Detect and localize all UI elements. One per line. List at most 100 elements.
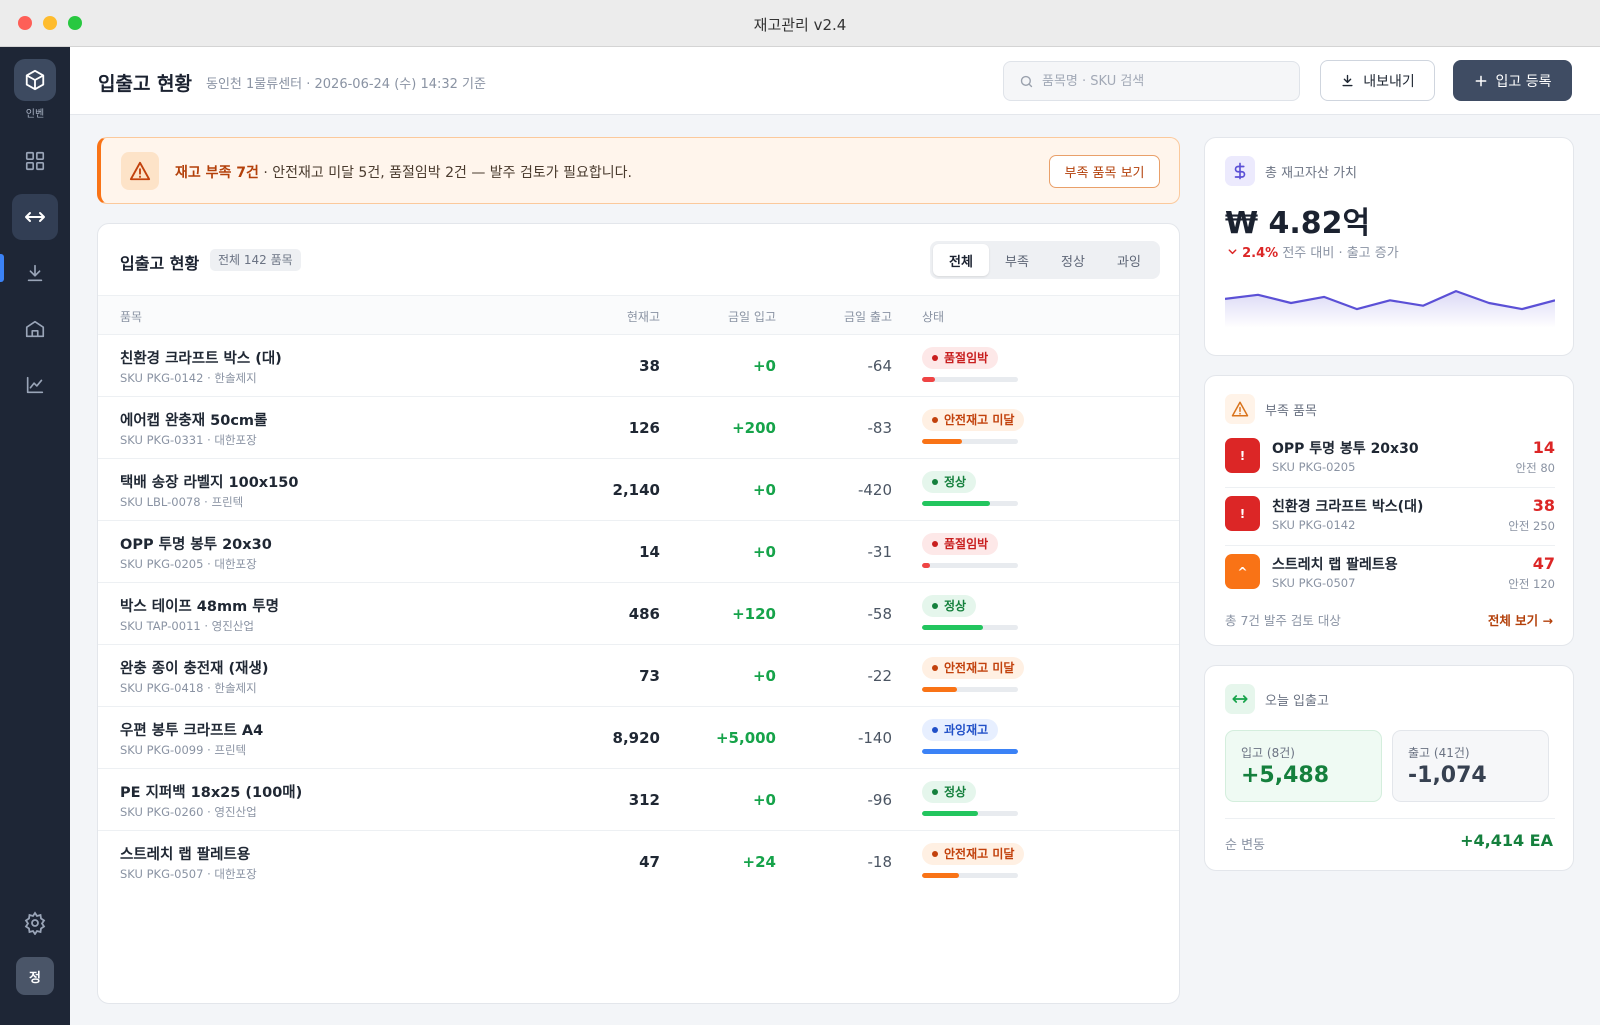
sidebar: 인벤 정 <box>0 47 70 1025</box>
today-inbound-label: 입고 (8건) <box>1241 746 1295 760</box>
user-avatar[interactable]: 정 <box>16 957 54 995</box>
column-header-stock[interactable]: 현재고 <box>560 308 660 325</box>
search-input[interactable] <box>1042 73 1282 89</box>
add-inbound-button-label: 입고 등록 <box>1495 73 1552 90</box>
table-row[interactable]: 스트레치 랩 팔레트용 SKU PKG-0507 · 대한포장 47 +24 -18 안전… <box>98 831 1179 893</box>
view-low-stock-button[interactable]: 부족 품목 보기 <box>1049 155 1160 188</box>
export-button-label: 내보내기 <box>1363 73 1415 90</box>
today-inbound-value: +5,488 <box>1241 763 1330 788</box>
search-box[interactable] <box>1003 61 1300 101</box>
net-change-label: 순 변동 <box>1225 838 1266 853</box>
item-sku: SKU PKG-0142 · 한솔제지 <box>120 371 257 385</box>
sidebar-item-warehouse[interactable] <box>12 306 58 352</box>
alert-badge-icon: ! <box>1225 438 1260 473</box>
low-item-name: OPP 투명 봉투 20x30 <box>1272 441 1419 457</box>
asset-change-percent: 2.4% <box>1242 246 1279 261</box>
stock-level-bar <box>922 687 1018 692</box>
item-outbound: -140 <box>857 729 892 747</box>
export-button[interactable]: 내보내기 <box>1320 60 1435 101</box>
low-item-qty: 14 <box>1532 438 1555 457</box>
view-all-low-stock-link[interactable]: 전체 보기 → <box>1488 610 1553 629</box>
table-row[interactable]: 에어캡 완충재 50cm롤 SKU PKG-0331 · 대한포장 126 +200 -… <box>98 397 1179 459</box>
plus-icon <box>1475 75 1486 86</box>
dollar-icon <box>1234 162 1246 180</box>
asset-change-note: 전주 대비 · 출고 증가 <box>1278 246 1399 261</box>
status-badge: 안전재고 미달 <box>922 657 1025 679</box>
sidebar-item-reports[interactable] <box>12 362 58 408</box>
low-stock-item[interactable]: ! 친환경 크라프트 박스(대) SKU PKG-0142 38 안전 250 <box>1225 492 1555 544</box>
stock-level-fill <box>922 811 978 816</box>
sidebar-item-settings[interactable] <box>12 900 58 946</box>
status-badge: 과잉재고 <box>922 719 999 741</box>
column-header-status[interactable]: 상태 <box>922 308 944 325</box>
chart-line-icon <box>26 376 44 394</box>
low-stock-alert: 재고 부족 7건 · 안전재고 미달 5건, 품절임박 2건 — 발주 검토가 … <box>97 137 1180 204</box>
sidebar-item-inbound[interactable] <box>12 250 58 296</box>
page-title: 입출고 현황 <box>98 73 193 95</box>
item-name: 완충 종이 충전재 (재생) <box>120 661 269 677</box>
item-sku: SKU TAP-0011 · 영진산업 <box>120 619 254 633</box>
today-outbound-value: -1,074 <box>1408 763 1487 788</box>
low-item-safety: 안전 120 <box>1508 577 1555 591</box>
item-outbound: -18 <box>867 853 893 871</box>
table-row[interactable]: 박스 테이프 48mm 투명 SKU TAP-0011 · 영진산업 486 +120… <box>98 583 1179 645</box>
filter-tab[interactable]: 과잉 <box>1101 244 1157 276</box>
gear-icon <box>24 911 46 935</box>
add-inbound-button[interactable]: 입고 등록 <box>1453 60 1572 101</box>
low-item-name: 친환경 크라프트 박스(대) <box>1272 499 1424 515</box>
item-sku: SKU PKG-0331 · 대한포장 <box>120 433 257 447</box>
filter-tab[interactable]: 정상 <box>1045 244 1101 276</box>
stock-level-fill <box>922 625 984 630</box>
item-name: 박스 테이프 48mm 투명 <box>120 599 279 615</box>
low-stock-item[interactable]: ! OPP 투명 봉투 20x30 SKU PKG-0205 14 안전 80 <box>1225 434 1555 486</box>
stock-level-bar <box>922 501 1018 506</box>
column-header-outbound[interactable]: 금일 출고 <box>792 308 892 325</box>
table-row[interactable]: 택배 송장 라벨지 100x150 SKU LBL-0078 · 프린텍 2,140… <box>98 459 1179 521</box>
item-inbound: +0 <box>752 791 776 809</box>
item-inbound: +0 <box>752 481 776 499</box>
item-name: PE 지퍼백 18x25 (100매) <box>120 785 303 801</box>
item-inbound: +0 <box>752 543 776 561</box>
low-item-safety: 안전 80 <box>1515 461 1555 475</box>
window-title: 재고관리 v2.4 <box>753 16 847 34</box>
table-row[interactable]: OPP 투명 봉투 20x30 SKU PKG-0205 · 대한포장 14 +0 -3… <box>98 521 1179 583</box>
stock-level-fill <box>922 563 930 568</box>
status-badge: 정상 <box>922 595 977 617</box>
net-change-value: +4,414 EA <box>1460 831 1553 850</box>
table-row[interactable]: 친환경 크라프트 박스 (대) SKU PKG-0142 · 한솔제지 38 +0 -6… <box>98 335 1179 397</box>
filter-tab[interactable]: 부족 <box>989 244 1045 276</box>
stock-level-fill <box>922 749 1018 754</box>
today-outbound-box: 출고 (41건) -1,074 <box>1392 730 1549 802</box>
app-logo[interactable] <box>14 59 56 101</box>
column-header-item[interactable]: 품목 <box>120 308 142 325</box>
arrows-icon-box <box>1225 684 1255 714</box>
divider <box>1225 487 1555 488</box>
item-sku: SKU PKG-0260 · 영진산업 <box>120 805 257 819</box>
alert-message: · 안전재고 미달 5건, 품절임박 2건 — 발주 검토가 필요합니다. <box>258 165 632 181</box>
sidebar-item-inout[interactable] <box>12 194 58 240</box>
table-row[interactable]: PE 지퍼백 18x25 (100매) SKU PKG-0260 · 영진산업 31… <box>98 769 1179 831</box>
low-item-sku: SKU PKG-0142 <box>1272 518 1356 532</box>
column-header-inbound[interactable]: 금일 입고 <box>676 308 776 325</box>
alert-title: 재고 부족 7건 <box>175 165 259 181</box>
item-inbound: +200 <box>732 419 776 437</box>
today-inout-card: 오늘 입출고 입고 (8건) +5,488 출고 (41건) -1,074 순 … <box>1204 665 1574 871</box>
item-stock: 73 <box>639 667 660 685</box>
low-item-name: 스트레치 랩 팔레트용 <box>1272 557 1398 573</box>
item-name: 에어캡 완충재 50cm롤 <box>120 413 268 429</box>
box-icon <box>25 69 45 91</box>
item-stock: 8,920 <box>612 729 660 747</box>
alert-icon-box <box>121 152 159 190</box>
item-name: 택배 송장 라벨지 100x150 <box>120 475 299 491</box>
sidebar-item-dashboard[interactable] <box>12 138 58 184</box>
table-row[interactable]: 완충 종이 충전재 (재생) SKU PKG-0418 · 한솔제지 73 +0 -22… <box>98 645 1179 707</box>
asset-value: ₩ 4.82억 <box>1225 206 1371 241</box>
warning-icon-box <box>1225 394 1255 424</box>
item-stock: 38 <box>639 357 660 375</box>
table-row[interactable]: 우편 봉투 크라프트 A4 SKU PKG-0099 · 프린텍 8,920 +5,0… <box>98 707 1179 769</box>
stock-level-fill <box>922 377 936 382</box>
filter-tab[interactable]: 전체 <box>933 244 989 276</box>
low-stock-item[interactable]: ^ 스트레치 랩 팔레트용 SKU PKG-0507 47 안전 120 <box>1225 550 1555 602</box>
low-item-safety: 안전 250 <box>1508 519 1555 533</box>
low-stock-label: 부족 품목 <box>1265 404 1317 419</box>
